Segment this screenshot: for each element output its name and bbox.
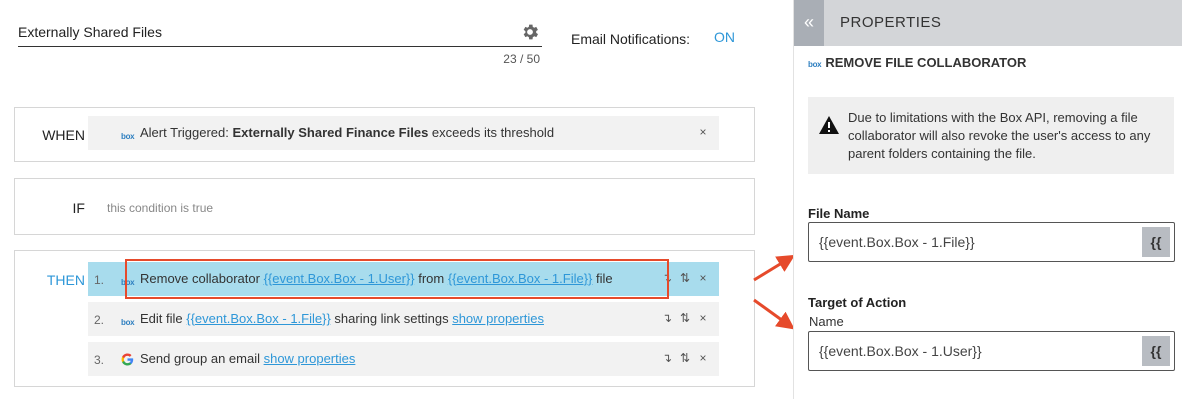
box-logo-icon: box — [121, 318, 135, 327]
action-title: box REMOVE FILE COLLABORATOR — [808, 55, 1027, 70]
reorder-icon[interactable]: ⇅ — [679, 351, 691, 365]
highlight-box — [125, 259, 669, 299]
target-name-field[interactable]: {{event.Box.Box - 1.User}} {{ — [808, 331, 1175, 371]
rule-name-value: Externally Shared Files — [18, 24, 162, 40]
file-name-field[interactable]: {{event.Box.Box - 1.File}} {{ — [808, 222, 1175, 262]
if-label: IF — [72, 200, 85, 216]
if-section: IF this condition is true — [14, 178, 755, 235]
trigger-text: Alert Triggered: Externally Shared Finan… — [140, 125, 555, 140]
char-counter: 23 / 50 — [503, 52, 540, 66]
then-label: THEN — [46, 272, 85, 288]
properties-panel: « PROPERTIES box REMOVE FILE COLLABORATOR… — [793, 0, 1182, 399]
action-number: 1. — [94, 273, 105, 287]
warning-text: Due to limitations with the Box API, rem… — [848, 110, 1151, 161]
box-logo-icon: box — [808, 60, 822, 69]
google-logo-icon — [121, 353, 134, 369]
target-name-value: {{event.Box.Box - 1.User}} — [819, 343, 982, 359]
action-row[interactable]: 2. box Edit file {{event.Box.Box - 1.Fil… — [88, 302, 719, 336]
file-variable-link[interactable]: {{event.Box.Box - 1.File}} — [186, 311, 331, 326]
annotation-arrows — [753, 254, 796, 330]
close-icon[interactable]: × — [697, 271, 709, 285]
file-name-value: {{event.Box.Box - 1.File}} — [819, 234, 975, 250]
condition-text[interactable]: this condition is true — [107, 201, 213, 215]
when-label: WHEN — [42, 127, 85, 143]
name-label: Name — [809, 314, 844, 329]
show-properties-link[interactable]: show properties — [452, 311, 544, 326]
properties-header: « PROPERTIES — [794, 0, 1182, 46]
insert-variable-button[interactable]: {{ — [1142, 227, 1170, 257]
reorder-icon[interactable]: ⇅ — [679, 311, 691, 325]
box-logo-icon: box — [121, 132, 135, 141]
properties-title: PROPERTIES — [840, 14, 942, 31]
action-text: Send group an email show properties — [140, 351, 356, 366]
trigger-row[interactable]: box Alert Triggered: Externally Shared F… — [88, 116, 719, 150]
warning-box: Due to limitations with the Box API, rem… — [808, 97, 1174, 174]
close-icon[interactable]: × — [697, 125, 709, 139]
insert-variable-button[interactable]: {{ — [1142, 336, 1170, 366]
rule-name-input[interactable]: Externally Shared Files — [18, 18, 542, 47]
email-notifications-label: Email Notifications: — [571, 31, 691, 47]
target-of-action-label: Target of Action — [808, 295, 907, 310]
action-row[interactable]: 3. Send group an email show properties ↴… — [88, 342, 719, 376]
action-number: 3. — [94, 353, 105, 367]
file-name-label: File Name — [808, 206, 870, 221]
close-icon[interactable]: × — [697, 311, 709, 325]
action-text: Edit file {{event.Box.Box - 1.File}} sha… — [140, 311, 544, 326]
rule-editor: Externally Shared Files 23 / 50 Email No… — [0, 0, 770, 399]
action-number: 2. — [94, 313, 105, 327]
email-notifications-toggle[interactable]: ON — [714, 29, 735, 45]
collapse-panel-button[interactable]: « — [794, 0, 824, 46]
move-down-icon[interactable]: ↴ — [661, 351, 673, 365]
warning-icon — [819, 116, 839, 134]
reorder-icon[interactable]: ⇅ — [679, 271, 691, 285]
close-icon[interactable]: × — [697, 351, 709, 365]
move-down-icon[interactable]: ↴ — [661, 311, 673, 325]
show-properties-link[interactable]: show properties — [264, 351, 356, 366]
gear-icon[interactable] — [520, 22, 540, 42]
